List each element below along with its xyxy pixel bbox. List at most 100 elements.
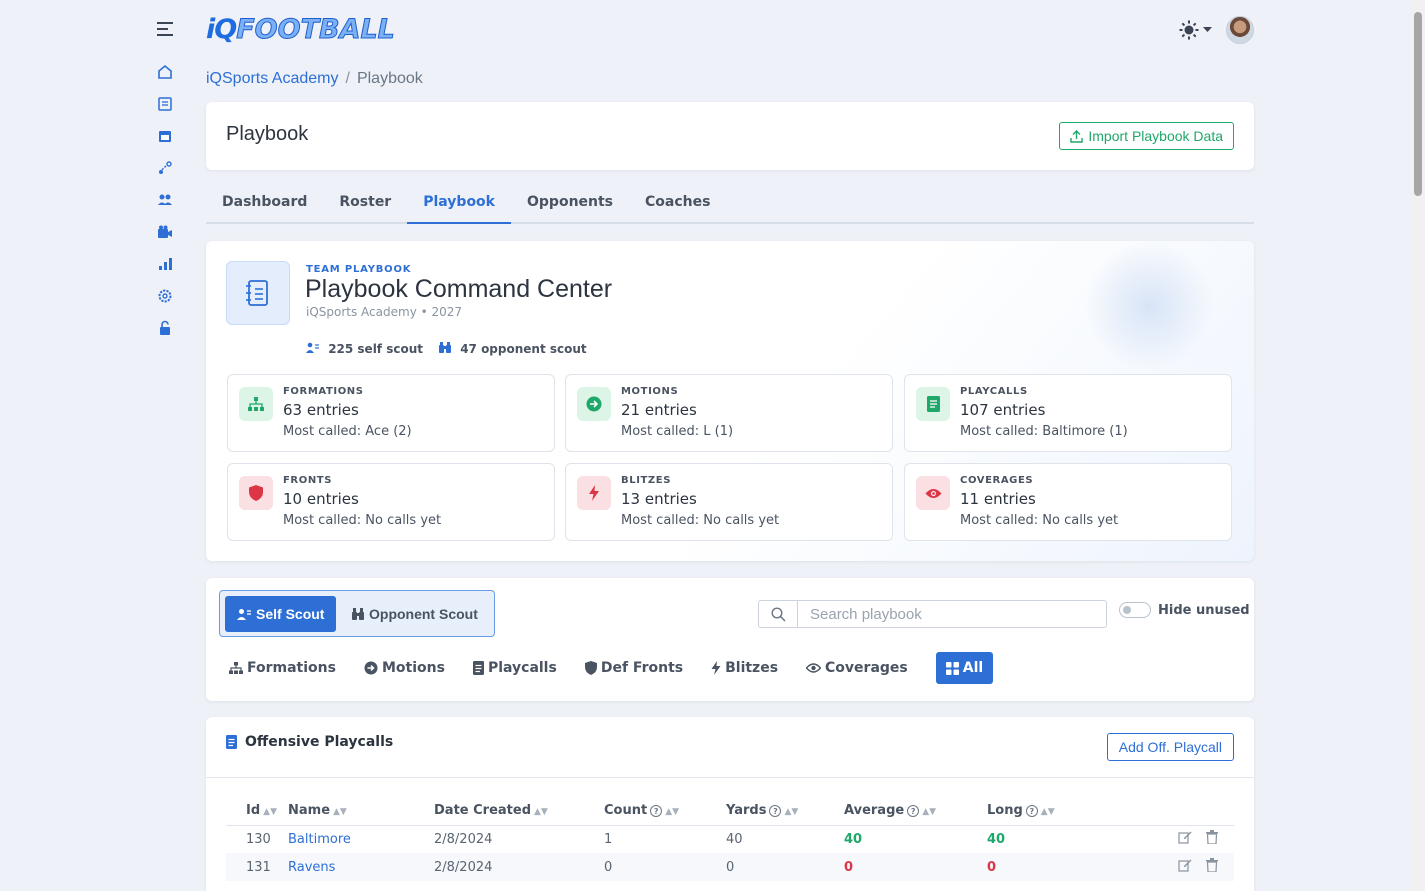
page-scrollbar[interactable] (1411, 0, 1425, 891)
filter-all[interactable]: All (935, 652, 994, 684)
col-yards[interactable]: Yards? ▲▼ (726, 797, 844, 826)
unlock-icon[interactable] (148, 320, 182, 352)
col-id[interactable]: Id ▲▼ (226, 797, 288, 826)
filter-playcalls[interactable]: Playcalls (472, 652, 557, 684)
sort-icon: ▲▼ (784, 807, 799, 818)
formations-icon (229, 662, 243, 674)
scout-toggle-group: Self Scout Opponent Scout (219, 590, 495, 637)
camera-icon[interactable] (148, 224, 182, 256)
theme-toggle-button[interactable] (1179, 20, 1212, 40)
cell-date: 2/8/2024 (434, 853, 604, 881)
tab-roster[interactable]: Roster (323, 186, 407, 224)
shield-icon (584, 661, 597, 675)
help-icon: ? (907, 805, 920, 818)
add-playcall-button[interactable]: Add Off. Playcall (1106, 733, 1234, 761)
filter-formations[interactable]: Formations (229, 652, 336, 684)
stat-most-called: Most called: No calls yet (621, 513, 780, 528)
document-icon (226, 735, 237, 749)
notes-icon[interactable] (148, 96, 182, 128)
edit-icon[interactable] (1178, 859, 1192, 876)
trash-icon[interactable] (1206, 858, 1218, 876)
menu-icon[interactable] (148, 14, 182, 48)
import-playbook-label: Import Playbook Data (1088, 128, 1223, 144)
arrow-circle-right-icon (364, 661, 378, 675)
playcalls-header: Offensive Playcalls Add Off. Playcall (206, 717, 1254, 778)
home-icon[interactable] (148, 64, 182, 96)
playcalls-table: Id ▲▼ Name ▲▼ Date Created ▲▼ Count? ▲▼ Yard… (226, 797, 1234, 881)
stat-formations[interactable]: FORMATIONS 63 entries Most called: Ace (… (227, 374, 555, 452)
playcall-link[interactable]: Baltimore (288, 832, 351, 847)
stat-motions[interactable]: MOTIONS 21 entries Most called: L (1) (565, 374, 893, 452)
playcall-link[interactable]: Ravens (288, 860, 335, 875)
plays-icon[interactable] (148, 160, 182, 192)
binoculars-icon (352, 608, 364, 620)
hide-unused-label: Hide unused (1158, 603, 1250, 618)
page-header-card: Playbook Import Playbook Data (206, 102, 1254, 170)
scrollbar-thumb[interactable] (1414, 12, 1422, 196)
breadcrumb: iQSports Academy / Playbook (206, 70, 423, 88)
app-logo[interactable]: iQFOOTBALL (206, 14, 395, 46)
chart-icon[interactable] (148, 256, 182, 288)
col-name[interactable]: Name ▲▼ (288, 797, 434, 826)
tab-coaches[interactable]: Coaches (629, 186, 726, 224)
stat-playcalls[interactable]: PLAYCALLS 107 entries Most called: Balti… (904, 374, 1232, 452)
shield-icon (239, 476, 273, 510)
opponent-scout-count: 47 opponent scout (439, 342, 587, 356)
opponent-scout-button[interactable]: Opponent Scout (340, 596, 490, 632)
playcalls-title: Offensive Playcalls (226, 734, 393, 750)
cell-date: 2/8/2024 (434, 831, 493, 847)
cell-actions (1117, 825, 1234, 853)
playbook-command-center: TEAM PLAYBOOK Playbook Command Center iQ… (206, 241, 1254, 561)
filter-coverages[interactable]: Coverages (806, 652, 908, 684)
stat-coverages[interactable]: COVERAGES 11 entries Most called: No cal… (904, 463, 1232, 541)
table-header-row: Id ▲▼ Name ▲▼ Date Created ▲▼ Count? ▲▼ Yard… (226, 797, 1234, 826)
filter-def-fronts[interactable]: Def Fronts (584, 652, 683, 684)
filter-blitzes[interactable]: Blitzes (711, 652, 778, 684)
lightning-icon (577, 476, 611, 510)
breadcrumb-academy-link[interactable]: iQSports Academy (206, 70, 339, 87)
trash-icon[interactable] (1206, 830, 1218, 848)
tab-opponents[interactable]: Opponents (511, 186, 629, 224)
stat-value: 63 entries (283, 401, 359, 419)
cell-count: 0 (604, 853, 726, 881)
document-icon (472, 661, 484, 675)
edit-icon[interactable] (1178, 831, 1192, 848)
search-input[interactable] (798, 601, 1106, 627)
col-average[interactable]: Average? ▲▼ (844, 797, 987, 826)
cell-yards: 40 (726, 831, 743, 847)
command-eyebrow: TEAM PLAYBOOK (306, 264, 412, 275)
table-row[interactable]: 131 Ravens 2/8/2024 0 0 0 0 (226, 853, 1234, 881)
calendar-icon[interactable] (148, 128, 182, 160)
users-icon[interactable] (148, 192, 182, 224)
sidebar-rail (148, 14, 182, 352)
user-avatar[interactable] (1226, 16, 1254, 44)
tab-dashboard[interactable]: Dashboard (206, 186, 323, 224)
cell-actions (1117, 853, 1234, 881)
stat-blitzes[interactable]: BLITZES 13 entries Most called: No calls… (565, 463, 893, 541)
stat-label: MOTIONS (621, 386, 679, 397)
hide-unused-toggle[interactable] (1119, 602, 1151, 618)
col-actions (1117, 797, 1234, 826)
stat-value: 10 entries (283, 490, 359, 508)
filter-motions[interactable]: Motions (364, 652, 445, 684)
col-long[interactable]: Long? ▲▼ (987, 797, 1117, 826)
stat-label: COVERAGES (960, 475, 1034, 486)
import-playbook-button[interactable]: Import Playbook Data (1059, 122, 1234, 150)
stat-value: 107 entries (960, 401, 1046, 419)
category-filter-row: Formations Motions Playcalls Def Fronts … (229, 652, 994, 684)
self-scout-button[interactable]: Self Scout (225, 596, 337, 632)
col-date-created[interactable]: Date Created ▲▼ (434, 797, 604, 826)
user-list-icon (306, 342, 323, 356)
stat-value: 11 entries (960, 490, 1036, 508)
sort-icon: ▲▼ (263, 807, 277, 818)
stat-most-called: Most called: No calls yet (283, 513, 442, 528)
gear-icon[interactable] (148, 288, 182, 320)
breadcrumb-separator: / (345, 70, 350, 87)
stat-fronts[interactable]: FRONTS 10 entries Most called: No calls … (227, 463, 555, 541)
playbook-filters: Self Scout Opponent Scout Hide unused Fo… (206, 578, 1254, 701)
sort-icon: ▲▼ (333, 807, 347, 818)
table-row[interactable]: 130 Baltimore 2/8/2024 1 40 40 40 (226, 825, 1234, 853)
tab-playbook[interactable]: Playbook (407, 186, 511, 224)
col-count[interactable]: Count? ▲▼ (604, 797, 726, 826)
scout-counts: 225 self scout 47 opponent scout (306, 342, 587, 356)
